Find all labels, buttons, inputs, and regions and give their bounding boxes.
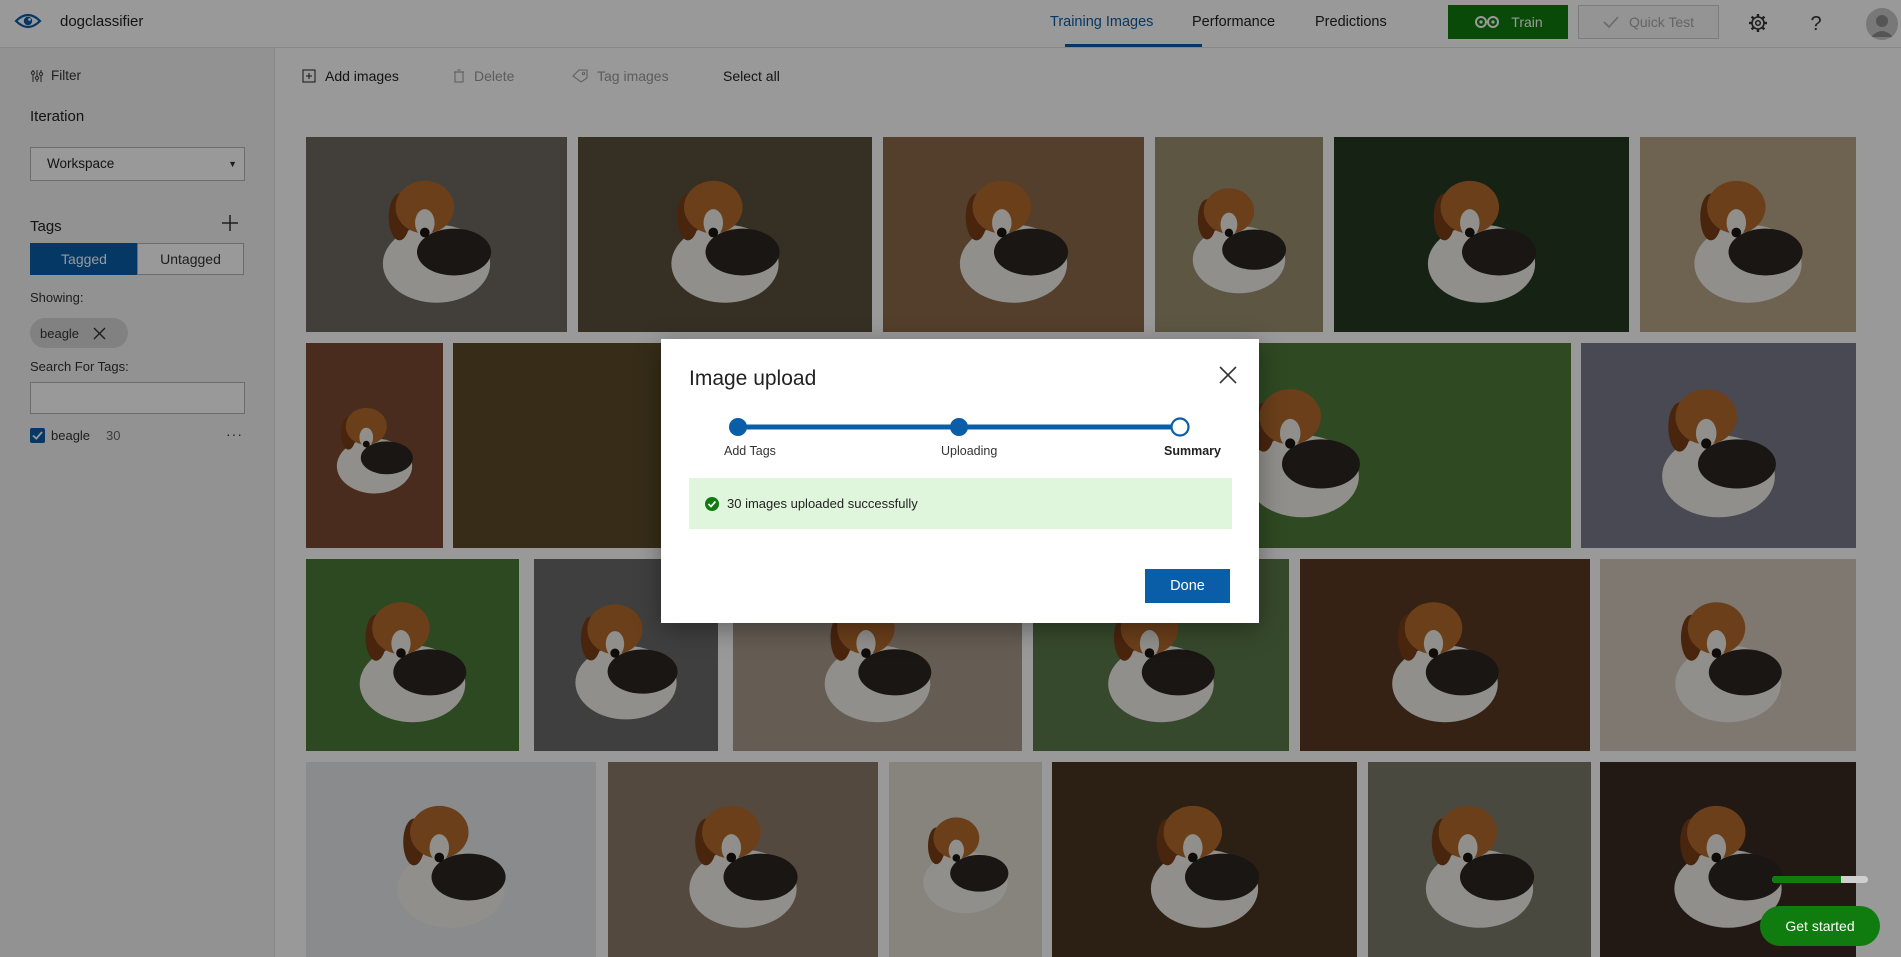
success-message: 30 images uploaded successfully [727,496,918,511]
step-dot-uploading [950,418,968,436]
step-label-uploading: Uploading [941,444,998,458]
step-dot-add-tags [729,418,747,436]
get-started-button[interactable]: Get started [1760,906,1880,946]
image-upload-dialog: Image upload Add Tags Uploading Summary … [661,339,1259,623]
success-check-icon [705,496,719,511]
upload-stepper [729,417,1190,437]
progress-fill [1772,876,1842,883]
done-button[interactable]: Done [1145,569,1230,603]
step-dot-summary [1170,417,1190,437]
step-label-add-tags: Add Tags [724,444,776,458]
step-label-summary: Summary [1164,444,1221,458]
get-started-progress-bar [1772,876,1868,883]
success-message-bar: 30 images uploaded successfully [689,478,1232,529]
